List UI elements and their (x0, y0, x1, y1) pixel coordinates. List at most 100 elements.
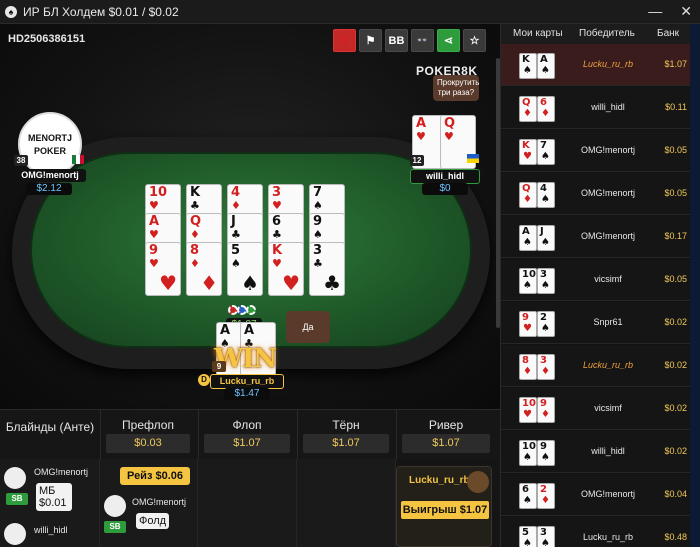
player-stack-right: $0 (422, 183, 468, 195)
history-row[interactable]: 8 ♦ 3 ♦ Lucku_ru_rb $0.02 (501, 345, 691, 387)
position-badge: SB (6, 493, 28, 505)
favorite-button[interactable]: ☆ (463, 29, 486, 52)
history-row[interactable]: A ♠ J ♠ OMG!menortj $0.17 (501, 216, 691, 258)
history-row[interactable]: 6 ♠ 2 ♦ OMG!menortj $0.04 (501, 474, 691, 516)
board-card: K ♥ ♥ (268, 242, 304, 296)
history-row[interactable]: K ♥ 7 ♠ OMG!menortj $0.05 (501, 130, 691, 172)
history-winner: OMG!menortj (580, 145, 635, 155)
card-rank: Q (190, 214, 202, 229)
share-button[interactable]: ⋖ (437, 29, 460, 52)
card-suit: ♦ (541, 108, 550, 119)
avatar-left-player[interactable]: MENORTJ POKER (18, 112, 82, 176)
action-label: МБ $0.01 (36, 483, 72, 511)
history-card: 9 ♦ (537, 397, 555, 423)
bb-button[interactable]: BB (385, 29, 408, 52)
history-card: 3 ♦ (537, 354, 555, 380)
card-suit: ♦ (190, 228, 200, 241)
history-winner: Lucku_ru_rb (582, 532, 634, 542)
board-card: 9 ♥ ♥ (145, 242, 181, 296)
card-rank: 10 (522, 441, 536, 452)
history-row[interactable]: Q ♦ 6 ♦ willi_hidl $0.11 (501, 87, 691, 129)
card-suit: ♥ (523, 323, 532, 334)
header-bank[interactable]: Банк (657, 28, 679, 39)
card-rank: K (272, 243, 283, 258)
history-card: A ♠ (519, 225, 537, 251)
winner-avatar (467, 471, 489, 493)
board-card: 8 ♦ ♦ (186, 242, 222, 296)
history-card: Q ♦ (519, 96, 537, 122)
card-suit: ♠ (541, 194, 550, 205)
history-winner: willi_hidl (591, 102, 625, 112)
history-card: 7 ♠ (537, 139, 555, 165)
download-button[interactable]: ⬇ (333, 29, 356, 52)
card-suit: ♣ (231, 228, 241, 241)
card-suit: ♠ (523, 65, 532, 76)
history-card: 10 ♠ (519, 440, 537, 466)
history-row[interactable]: K ♠ A ♠ Lucku_ru_rb $1.07 (501, 44, 691, 86)
flop-pot: $1.07 (204, 434, 290, 453)
card-rank: A (149, 214, 160, 229)
flop-label: Флоп (232, 418, 262, 432)
history-row[interactable]: 5 ♠ 3 ♠ Lucku_ru_rb $0.48 (501, 517, 691, 547)
card-rank: 3 (540, 527, 547, 538)
card-suit: ♠ (313, 228, 323, 241)
history-card: 10 ♠ (519, 268, 537, 294)
history-winner: Lucku_ru_rb (582, 360, 634, 370)
history-winner: OMG!menortj (580, 188, 635, 198)
history-card: 3 ♠ (537, 268, 555, 294)
history-bank: $0.02 (664, 317, 687, 327)
card-rank: 9 (313, 214, 323, 229)
river-label: Ривер (428, 418, 464, 432)
player-level-hero: 9 (212, 361, 226, 372)
card-rank: 10 (522, 398, 536, 409)
history-card: 8 ♦ (519, 354, 537, 380)
report-button[interactable]: ⚑ (359, 29, 382, 52)
history-row[interactable]: 10 ♥ 9 ♦ vicsimf $0.02 (501, 388, 691, 430)
card-suit: ♠ (541, 452, 550, 463)
spy-button[interactable]: 👓 (411, 29, 434, 52)
history-bank: $0.02 (664, 360, 687, 370)
history-row[interactable]: 10 ♠ 3 ♠ vicsimf $0.05 (501, 259, 691, 301)
minimize-icon[interactable]: — (648, 3, 662, 20)
history-bank: $0.05 (664, 274, 687, 284)
action-player-name: willi_hidl (34, 525, 68, 535)
chip-stack (228, 305, 256, 317)
player-level-left: 38 (14, 155, 28, 166)
card-rank: K (522, 140, 530, 151)
card-suit: ♠ (523, 280, 532, 291)
card-suit: ♠ (523, 452, 532, 463)
history-row[interactable]: 9 ♥ 2 ♠ Snpr61 $0.02 (501, 302, 691, 344)
card-suit: ♦ (541, 409, 550, 420)
history-card: Q ♦ (519, 182, 537, 208)
card-suit: ♦ (190, 257, 200, 270)
history-row[interactable]: Q ♦ 4 ♠ OMG!menortj $0.05 (501, 173, 691, 215)
card-suit: ♣ (313, 257, 323, 270)
history-card: 3 ♠ (537, 526, 555, 547)
history-card: 4 ♠ (537, 182, 555, 208)
history-card: 6 ♠ (519, 483, 537, 509)
fold-action-label: Фолд (136, 513, 170, 529)
header-my-cards[interactable]: Мои карты (513, 28, 563, 39)
card-rank: 9 (540, 441, 547, 452)
history-card: 2 ♠ (537, 311, 555, 337)
history-card: 9 ♥ (519, 311, 537, 337)
card-suit-large: ♠ (241, 271, 259, 295)
hand-id: HD2506386151 (8, 33, 86, 45)
history-winner: OMG!menortj (580, 489, 635, 499)
preflop-pot: $0.03 (106, 434, 190, 453)
history-bank: $0.04 (664, 489, 687, 499)
card-suit: ♥ (416, 130, 426, 143)
history-bank: $0.48 (664, 532, 687, 542)
chip-icon (246, 305, 256, 315)
close-icon[interactable]: ✕ (680, 3, 692, 20)
card-suit: ♥ (149, 257, 159, 270)
card-suit: ♥ (272, 199, 282, 212)
history-winner: vicsimf (594, 274, 622, 284)
action-column-turn (297, 459, 396, 547)
card-suit-large: ♥ (159, 271, 177, 295)
history-row[interactable]: 10 ♠ 9 ♠ willi_hidl $0.02 (501, 431, 691, 473)
card-rank: Q (522, 97, 531, 108)
card-rank: J (231, 214, 236, 229)
history-card: K ♠ (519, 53, 537, 79)
header-winner[interactable]: Победитель (579, 28, 635, 39)
